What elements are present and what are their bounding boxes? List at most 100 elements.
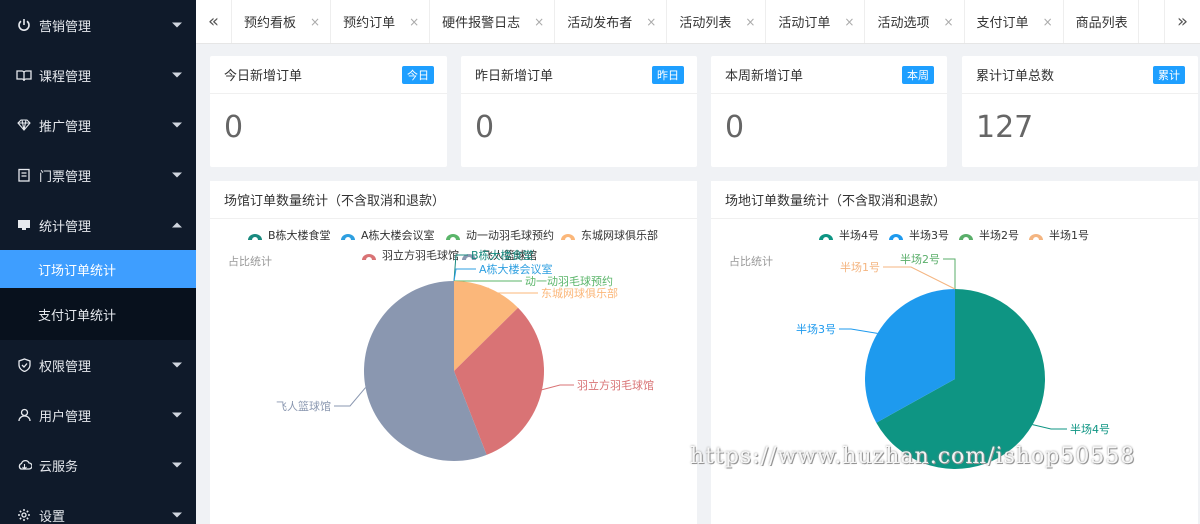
slice-label: 半场2号 [900, 252, 940, 266]
label-leader-line [1032, 424, 1067, 430]
tab-scroll-right-button[interactable]: » [1164, 0, 1200, 43]
cloud-icon [16, 457, 32, 473]
sidebar-item-settings[interactable]: 设置 [0, 490, 196, 524]
card-value: 127 [976, 110, 1034, 145]
chevron-down-icon [172, 412, 182, 418]
legend-label: 动一动羽毛球预约 [466, 228, 554, 242]
legend-item[interactable]: 半场4号 [819, 228, 879, 242]
card-title: 今日新增订单 [224, 69, 303, 84]
court-orders-pie-chart: 占比统计半场4号 半场3号 半场2号 半场1号半场4号半场3号半场2号半场1号 [729, 228, 1110, 469]
sidebar-item-promotion[interactable]: 推广管理 [0, 100, 196, 150]
tab-payment-orders[interactable]: 支付订单 × [965, 0, 1064, 43]
legend-item[interactable]: 半场1号 [1029, 228, 1089, 242]
legend-label: 半场4号 [839, 228, 879, 242]
legend-item[interactable]: 半场2号 [959, 228, 1019, 242]
label-leader-line [943, 258, 956, 289]
close-icon[interactable]: × [844, 15, 854, 29]
sidebar-item-courses[interactable]: 课程管理 [0, 50, 196, 100]
legend-label: A栋大楼会议室 [361, 228, 435, 242]
tab-label: 商品列表 [1075, 16, 1128, 31]
sidebar-item-cloud[interactable]: 云服务 [0, 440, 196, 490]
tab-scroll-left-button[interactable]: « [196, 0, 232, 43]
legend-item[interactable]: 动一动羽毛球预约 [446, 228, 554, 242]
tab-label: 预约看板 [244, 16, 297, 31]
chart-icon [16, 217, 32, 233]
tab-label: 硬件报警日志 [442, 16, 521, 31]
chart-subtitle: 占比统计 [228, 254, 272, 268]
legend-item[interactable]: 东城网球俱乐部 [561, 228, 658, 242]
legend-label: 半场3号 [909, 228, 949, 242]
sidebar-item-permissions[interactable]: 权限管理 [0, 340, 196, 390]
venue-orders-pie-chart: 占比统计B栋大楼食堂 A栋大楼会议室 动一动羽毛球预约 东城网球俱乐部羽立方羽毛球馆飞… [228, 228, 658, 461]
legend-swatch [248, 234, 262, 240]
tab-label: 活动订单 [778, 16, 831, 31]
close-icon[interactable]: × [409, 15, 419, 29]
card-badge: 累计 [1153, 65, 1185, 84]
legend-item[interactable]: 半场3号 [889, 228, 949, 242]
sidebar-subitem-payment-order-stats[interactable]: 支付订单统计 [0, 288, 196, 340]
close-icon[interactable]: × [745, 15, 755, 29]
chevron-down-icon [172, 172, 182, 178]
card-title: 累计订单总数 [976, 69, 1055, 84]
card-value: 0 [725, 110, 745, 145]
legend-item[interactable]: A栋大楼会议室 [341, 228, 435, 242]
tab-label: 活动发布者 [567, 16, 633, 31]
tab-activity-orders[interactable]: 活动订单 × [766, 0, 866, 43]
tab-hardware-alarm-log[interactable]: 硬件报警日志 × [430, 0, 556, 43]
panel-title: 场地订单数量统计（不含取消和退款） [711, 181, 1198, 219]
sidebar-item-label: 门票管理 [39, 169, 92, 185]
card-title: 本周新增订单 [725, 69, 804, 84]
legend-swatch [819, 234, 833, 240]
tab-activity-options[interactable]: 活动选项 × [865, 0, 965, 43]
sidebar-item-tickets[interactable]: 门票管理 [0, 150, 196, 200]
sidebar-item-statistics[interactable]: 统计管理 [0, 200, 196, 250]
sidebar-item-label: 设置 [39, 509, 66, 524]
sidebar-item-users[interactable]: 用户管理 [0, 390, 196, 440]
shield-icon [16, 357, 32, 373]
tab-label: 预约订单 [343, 16, 396, 31]
tab-activity-list[interactable]: 活动列表 × [667, 0, 767, 43]
tab-activity-publishers[interactable]: 活动发布者 × [555, 0, 668, 43]
user-icon [16, 407, 32, 423]
close-icon[interactable]: × [646, 15, 656, 29]
stat-card-yesterday: 昨日新增订单 昨日 0 [461, 56, 697, 167]
tab-booking-board[interactable]: 预约看板 × [232, 0, 332, 43]
label-leader-line [883, 266, 956, 290]
slice-label: 东城网球俱乐部 [541, 286, 618, 300]
card-title: 昨日新增订单 [475, 69, 554, 84]
sidebar-subitem-venue-order-stats[interactable]: 订场订单统计 [0, 250, 196, 288]
slice-label: B栋大楼食堂 [471, 248, 534, 262]
sidebar-item-label: 营销管理 [39, 19, 92, 35]
close-icon[interactable]: × [943, 15, 953, 29]
book-icon [16, 67, 32, 83]
legend-label: 羽立方羽毛球馆 [382, 248, 459, 262]
legend-swatch [561, 234, 575, 240]
slice-label: 飞人篮球馆 [276, 399, 331, 413]
legend-swatch [362, 254, 376, 260]
legend-swatch [446, 234, 460, 240]
power-icon [16, 17, 32, 33]
diamond-icon [16, 117, 32, 133]
stat-card-this-week: 本周新增订单 本周 0 [711, 56, 947, 167]
tab-label: 活动选项 [877, 16, 930, 31]
tab-label: 支付订单 [976, 16, 1029, 31]
legend-item[interactable]: 羽立方羽毛球馆 [362, 248, 459, 262]
slice-label: 半场1号 [840, 260, 880, 274]
card-badge: 本周 [902, 65, 934, 84]
close-icon[interactable]: × [1043, 15, 1053, 29]
sidebar-item-marketing[interactable]: 营销管理 [0, 0, 196, 50]
chevron-down-icon [172, 122, 182, 128]
tab-booking-orders[interactable]: 预约订单 × [331, 0, 431, 43]
legend-item[interactable]: B栋大楼食堂 [248, 228, 331, 242]
tab-product-list[interactable]: 商品列表 [1064, 0, 1139, 43]
legend-label: 半场2号 [979, 228, 1019, 242]
stat-card-today: 今日新增订单 今日 0 [210, 56, 447, 167]
chevron-down-icon [172, 512, 182, 518]
legend-label: 半场1号 [1049, 228, 1089, 242]
sidebar: 营销管理 课程管理 推广管理 门票管理 统计管理 订场订单统计 支付订单统计 权… [0, 0, 196, 524]
legend-label: B栋大楼食堂 [268, 228, 331, 242]
close-icon[interactable]: × [310, 15, 320, 29]
card-badge: 昨日 [652, 65, 684, 84]
tab-bar: « 预约看板 × 预约订单 × 硬件报警日志 × 活动发布者 × 活动列表 × 活动订单 ×… [196, 0, 1200, 44]
close-icon[interactable]: × [534, 15, 544, 29]
